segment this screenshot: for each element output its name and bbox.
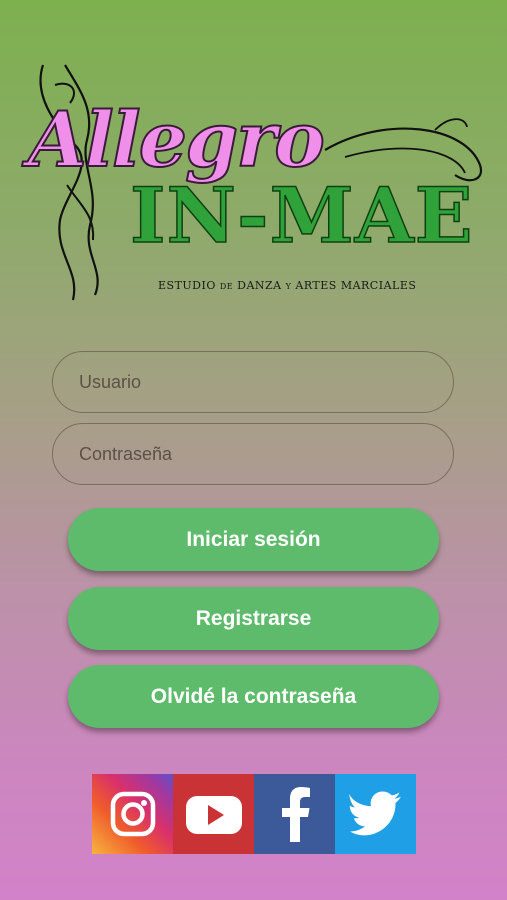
username-field[interactable] (52, 351, 454, 413)
facebook-button[interactable] (254, 774, 335, 854)
social-links (92, 774, 416, 854)
instagram-button[interactable] (92, 774, 173, 854)
logo-inmae-text: IN-MAE (129, 171, 474, 260)
twitter-icon (348, 791, 401, 836)
forgot-password-button[interactable]: Olvidé la contraseña (68, 665, 439, 728)
twitter-button[interactable] (335, 774, 416, 854)
logo-tagline-part: DE (219, 282, 234, 291)
youtube-icon (185, 796, 242, 834)
logo-tagline-part: Y (285, 282, 292, 291)
logo-tagline-part: ESTUDIO (158, 279, 216, 292)
logo-tagline-part: ARTES MARCIALES (295, 279, 417, 292)
username-input[interactable] (53, 352, 453, 412)
logo-tagline-part: DANZA (237, 279, 282, 292)
register-button[interactable]: Registrarse (68, 587, 439, 650)
password-field[interactable] (52, 423, 454, 485)
logo-tagline: ESTUDIO DE DANZA Y ARTES MARCIALES (158, 279, 416, 292)
instagram-icon (110, 791, 155, 837)
login-button[interactable]: Iniciar sesión (68, 508, 439, 571)
facebook-icon (281, 787, 310, 842)
youtube-button[interactable] (173, 774, 254, 854)
password-input[interactable] (53, 424, 453, 484)
logo-allegro-text: Allegro (27, 95, 326, 184)
